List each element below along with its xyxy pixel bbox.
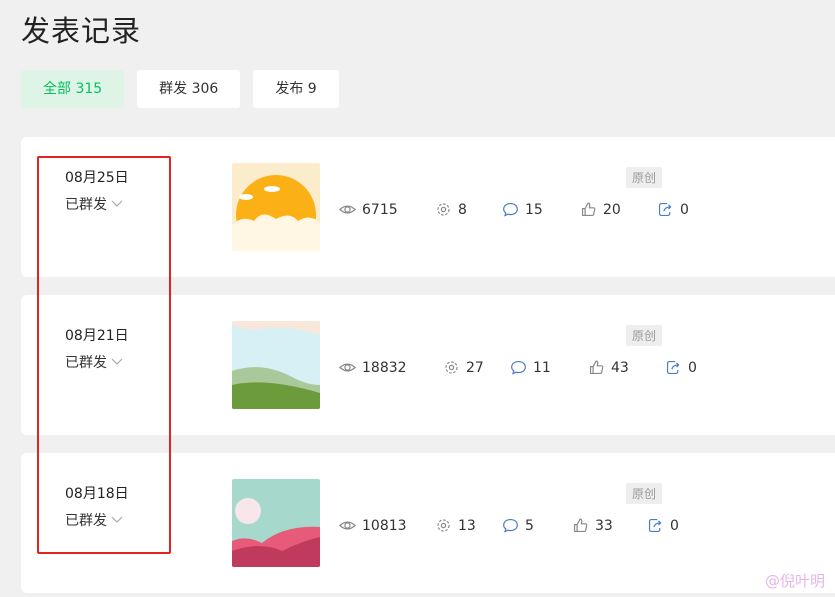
shares-count: 8 xyxy=(458,201,467,218)
forward-icon xyxy=(658,202,672,217)
views-count: 10813 xyxy=(362,517,407,534)
article-thumbnail[interactable] xyxy=(232,321,320,409)
comments-stat: 15 xyxy=(502,201,580,218)
shares-count: 27 xyxy=(466,359,484,376)
share-gear-icon xyxy=(437,203,450,216)
original-badge: 原创 xyxy=(626,483,663,504)
comment-icon xyxy=(511,360,526,375)
eye-icon xyxy=(339,521,356,530)
thumbs-up-icon xyxy=(573,518,588,533)
eye-icon xyxy=(339,363,356,372)
page-title: 发表记录 xyxy=(21,14,142,48)
comment-icon xyxy=(503,518,518,533)
tab-publish[interactable]: 发布 9 xyxy=(253,70,339,108)
tab-mass-send[interactable]: 群发 306 xyxy=(137,70,241,108)
likes-stat: 33 xyxy=(572,517,647,534)
comments-count: 5 xyxy=(525,517,534,534)
comments-stat: 11 xyxy=(510,359,588,376)
thumbs-up-icon xyxy=(589,360,604,375)
original-badge: 原创 xyxy=(626,167,663,188)
annotation-highlight-box xyxy=(37,156,171,554)
views-stat: 18832 xyxy=(339,359,443,376)
article-thumbnail[interactable] xyxy=(232,479,320,567)
eye-icon xyxy=(339,205,356,214)
views-count: 6715 xyxy=(362,201,398,218)
likes-stat: 43 xyxy=(588,359,665,376)
original-badge: 原创 xyxy=(626,325,663,346)
article-thumbnail[interactable] xyxy=(232,163,320,251)
shares-stat: 27 xyxy=(443,359,510,376)
views-stat: 10813 xyxy=(339,517,435,534)
forward-icon xyxy=(648,518,662,533)
forwards-count: 0 xyxy=(680,201,689,218)
likes-stat: 20 xyxy=(580,201,657,218)
shares-stat: 8 xyxy=(435,201,502,218)
comments-count: 11 xyxy=(533,359,551,376)
views-count: 18832 xyxy=(362,359,407,376)
shares-count: 13 xyxy=(458,517,476,534)
share-gear-icon xyxy=(445,361,458,374)
filter-tabs: 全部 315 群发 306 发布 9 xyxy=(21,70,339,108)
forwards-stat: 0 xyxy=(665,359,697,376)
shares-stat: 13 xyxy=(435,517,502,534)
share-gear-icon xyxy=(437,519,450,532)
comments-count: 15 xyxy=(525,201,543,218)
likes-count: 20 xyxy=(603,201,621,218)
forward-icon xyxy=(666,360,680,375)
views-stat: 6715 xyxy=(339,201,435,218)
likes-count: 33 xyxy=(595,517,613,534)
thumbs-up-icon xyxy=(581,202,596,217)
comments-stat: 5 xyxy=(502,517,572,534)
watermark: @倪叶明 xyxy=(764,572,825,590)
likes-count: 43 xyxy=(611,359,629,376)
forwards-stat: 0 xyxy=(647,517,679,534)
tab-all[interactable]: 全部 315 xyxy=(21,70,125,108)
comment-icon xyxy=(503,202,518,217)
forwards-count: 0 xyxy=(688,359,697,376)
forwards-stat: 0 xyxy=(657,201,689,218)
forwards-count: 0 xyxy=(670,517,679,534)
